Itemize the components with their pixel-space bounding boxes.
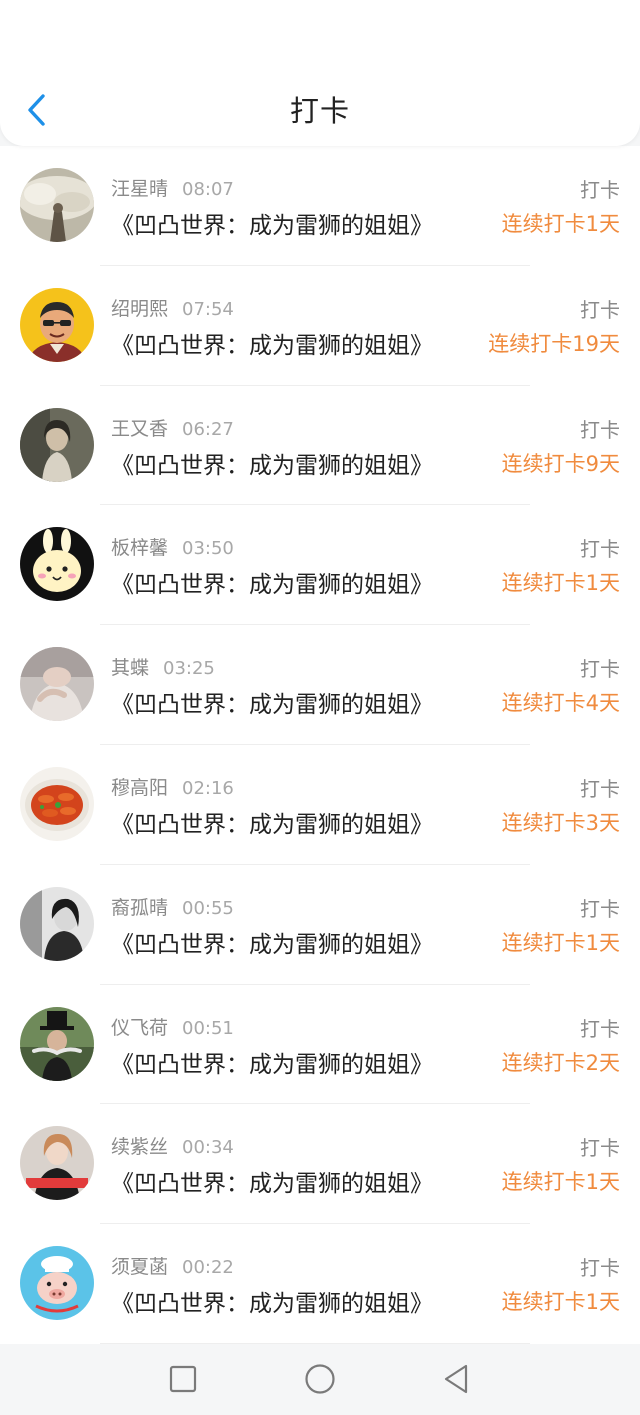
book-title: 《凹凸世界：成为雷狮的姐姐》 [111, 572, 433, 599]
streak-count: 连续打卡19天 [488, 331, 620, 356]
book-title: 《凹凸世界：成为雷狮的姐姐》 [111, 332, 433, 359]
checkin-label: 打卡 [580, 297, 620, 322]
streak-count: 连续打卡3天 [501, 810, 620, 835]
recents-button[interactable] [165, 1361, 201, 1397]
checkin-time: 00:51 [182, 1017, 234, 1039]
user-name: 穆高阳 [111, 776, 169, 799]
book-title: 《凹凸世界：成为雷狮的姐姐》 [111, 692, 433, 719]
checkin-list: 汪星晴 08:07 《凹凸世界：成为雷狮的姐姐》 打卡 连续打卡1天 绍明熙 0… [0, 146, 640, 1344]
checkin-label: 打卡 [580, 417, 620, 442]
checkin-row[interactable]: 须夏菡 00:22 《凹凸世界：成为雷狮的姐姐》 打卡 连续打卡1天 [0, 1224, 640, 1344]
book-title: 《凹凸世界：成为雷狮的姐姐》 [111, 213, 433, 239]
checkin-time: 07:54 [182, 298, 234, 320]
page-title: 打卡 [289, 94, 350, 128]
checkin-time: 00:34 [182, 1137, 234, 1159]
streak-count: 连续打卡4天 [501, 691, 620, 716]
user-name: 板梓馨 [111, 537, 169, 560]
user-name: 裔孤晴 [111, 896, 169, 919]
checkin-time: 00:22 [182, 1257, 234, 1279]
streak-count: 连续打卡1天 [501, 1170, 620, 1195]
avatar-top-hat-man[interactable] [20, 1006, 94, 1081]
avatar-bunny-cartoon[interactable] [20, 527, 94, 602]
checkin-label: 打卡 [580, 1256, 620, 1281]
home-button[interactable] [302, 1361, 338, 1397]
checkin-page: 打卡 汪星晴 08:07 《凹凸世界：成为雷狮的姐姐》 打卡 连续打卡1天 绍明… [0, 0, 640, 1415]
book-title: 《凹凸世界：成为雷狮的姐姐》 [111, 452, 433, 479]
system-nav-bar [0, 1344, 640, 1415]
checkin-row[interactable]: 仪飞荷 00:51 《凹凸世界：成为雷狮的姐姐》 打卡 连续打卡2天 [0, 985, 640, 1105]
checkin-row[interactable]: 王又香 06:27 《凹凸世界：成为雷狮的姐姐》 打卡 连续打卡9天 [0, 386, 640, 506]
avatar-bw-portrait[interactable] [20, 886, 94, 961]
checkin-time: 08:07 [182, 179, 234, 200]
checkin-label: 打卡 [580, 537, 620, 562]
avatar-food-photo[interactable] [20, 766, 94, 841]
streak-count: 连续打卡1天 [501, 930, 620, 955]
checkin-row[interactable]: 续紫丝 00:34 《凹凸世界：成为雷狮的姐姐》 打卡 连续打卡1天 [0, 1104, 640, 1225]
book-title: 《凹凸世界：成为雷狮的姐姐》 [111, 1051, 433, 1078]
checkin-row[interactable]: 绍明熙 07:54 《凹凸世界：成为雷狮的姐姐》 打卡 连续打卡19天 [0, 266, 640, 386]
avatar-girl-photo[interactable] [20, 1126, 94, 1201]
checkin-time: 00:55 [182, 897, 234, 919]
checkin-row[interactable]: 其蝶 03:25 《凹凸世界：成为雷狮的姐姐》 打卡 连续打卡4天 [0, 625, 640, 745]
book-title: 《凹凸世界：成为雷狮的姐姐》 [111, 1171, 433, 1198]
checkin-label: 打卡 [580, 657, 620, 682]
square-icon [169, 1365, 197, 1393]
book-title: 《凹凸世界：成为雷狮的姐姐》 [111, 811, 433, 838]
streak-count: 连续打卡9天 [501, 451, 620, 476]
checkin-time: 03:25 [163, 658, 215, 680]
user-name: 仪飞荷 [111, 1016, 169, 1039]
book-title: 《凹凸世界：成为雷狮的姐姐》 [111, 931, 433, 958]
checkin-row[interactable]: 汪星晴 08:07 《凹凸世界：成为雷狮的姐姐》 打卡 连续打卡1天 [0, 146, 640, 266]
checkin-time: 06:27 [182, 418, 234, 440]
streak-count: 连续打卡1天 [501, 212, 620, 236]
avatar-hands-photo[interactable] [20, 647, 94, 722]
streak-count: 连续打卡1天 [501, 1290, 620, 1315]
checkin-row[interactable]: 裔孤晴 00:55 《凹凸世界：成为雷狮的姐姐》 打卡 连续打卡1天 [0, 865, 640, 985]
checkin-label: 打卡 [580, 896, 620, 921]
avatar-chef-pig-cartoon[interactable] [20, 1246, 94, 1321]
checkin-label: 打卡 [580, 178, 620, 202]
streak-count: 连续打卡1天 [501, 571, 620, 596]
book-title: 《凹凸世界：成为雷狮的姐姐》 [111, 1291, 433, 1318]
user-name: 其蝶 [111, 657, 150, 680]
header-bar: 打卡 [0, 0, 640, 146]
user-name: 汪星晴 [111, 178, 169, 200]
streak-count: 连续打卡2天 [501, 1050, 620, 1075]
user-name: 王又香 [111, 417, 169, 440]
triangle-back-icon [444, 1364, 468, 1394]
circle-icon [305, 1364, 335, 1394]
user-name: 续紫丝 [111, 1136, 169, 1159]
checkin-row[interactable]: 板梓馨 03:50 《凹凸世界：成为雷狮的姐姐》 打卡 连续打卡1天 [0, 505, 640, 626]
checkin-label: 打卡 [580, 776, 620, 801]
user-name: 须夏菡 [111, 1256, 169, 1279]
user-name: 绍明熙 [111, 297, 169, 320]
checkin-time: 02:16 [182, 777, 234, 799]
avatar-woman-photo[interactable] [20, 407, 94, 482]
checkin-time: 03:50 [182, 538, 234, 560]
avatar-cloud-photo[interactable] [20, 168, 94, 242]
avatar-cartoon-man[interactable] [20, 287, 94, 362]
checkin-row[interactable]: 穆高阳 02:16 《凹凸世界：成为雷狮的姐姐》 打卡 连续打卡3天 [0, 745, 640, 865]
checkin-label: 打卡 [580, 1016, 620, 1041]
back-nav-button[interactable] [438, 1361, 474, 1397]
checkin-label: 打卡 [580, 1136, 620, 1161]
